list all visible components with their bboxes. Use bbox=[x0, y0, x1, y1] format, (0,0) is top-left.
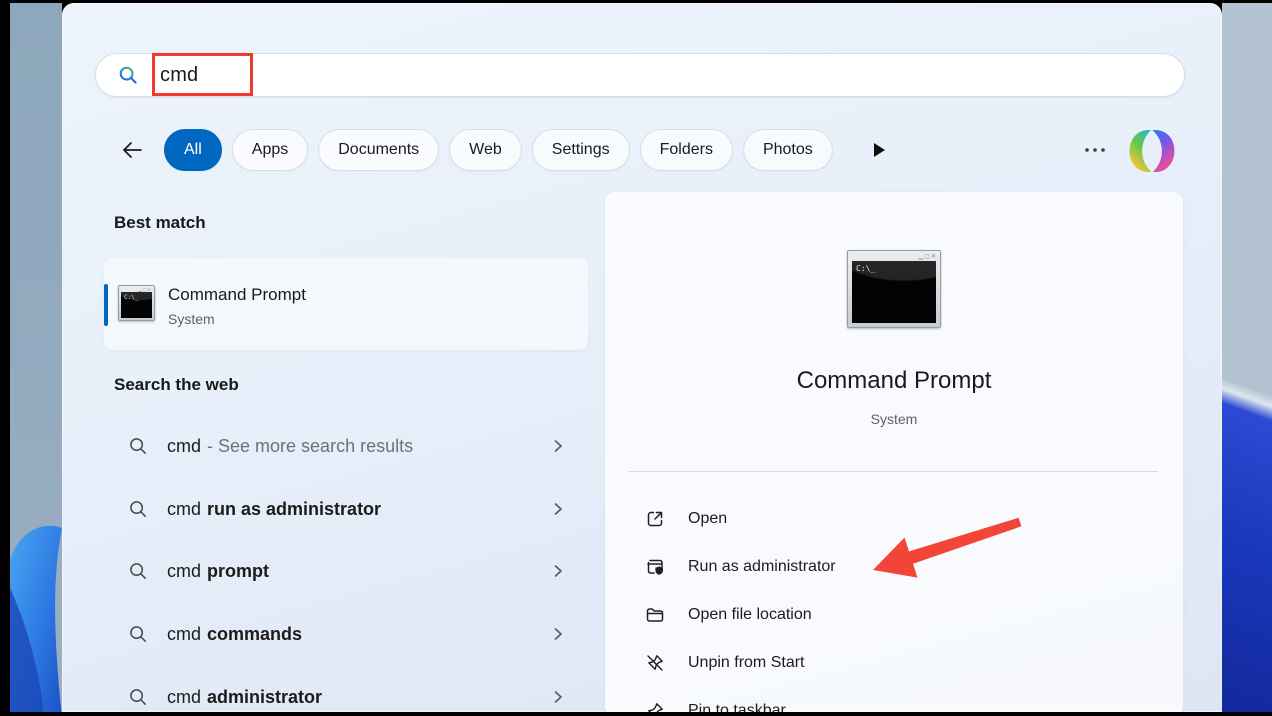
chevron-right-icon[interactable] bbox=[550, 689, 566, 705]
suggestion-text: cmdprompt bbox=[167, 561, 269, 582]
tab-apps[interactable]: Apps bbox=[232, 129, 308, 171]
action-unpin-from-start[interactable]: Unpin from Start bbox=[621, 639, 1167, 687]
search-icon bbox=[118, 65, 138, 85]
copilot-button[interactable] bbox=[1128, 127, 1176, 175]
action-pin-to-taskbar[interactable]: Pin to taskbar bbox=[621, 687, 1167, 712]
search-bar[interactable]: cmd bbox=[95, 53, 1185, 97]
best-match-text: Command Prompt System bbox=[168, 285, 306, 327]
suggestion-text: cmdrun as administrator bbox=[167, 499, 381, 520]
folder-icon bbox=[645, 605, 665, 625]
action-label: Unpin from Start bbox=[688, 654, 804, 672]
unpin-icon bbox=[645, 653, 665, 673]
tab-all-label: All bbox=[184, 141, 202, 159]
command-prompt-icon: ▁▢✕ C:\_ bbox=[118, 285, 155, 321]
pin-icon bbox=[645, 701, 665, 712]
copilot-icon bbox=[1128, 127, 1176, 175]
open-external-icon bbox=[645, 509, 665, 529]
suggestion-text: cmdcommands bbox=[167, 624, 302, 645]
search-icon bbox=[128, 687, 148, 707]
best-match-subtitle: System bbox=[168, 311, 306, 327]
desktop-wallpaper-left bbox=[10, 3, 62, 712]
tab-photos-label: Photos bbox=[763, 141, 813, 159]
search-flyout-panel: cmd All Apps Documents Web Settings Fold… bbox=[62, 3, 1222, 712]
tab-apps-label: Apps bbox=[252, 141, 288, 159]
search-icon bbox=[128, 624, 148, 644]
action-label: Pin to taskbar bbox=[688, 702, 786, 712]
chevron-right-icon[interactable] bbox=[550, 501, 566, 517]
tab-folders[interactable]: Folders bbox=[640, 129, 733, 171]
detail-title: Command Prompt bbox=[605, 367, 1183, 395]
search-icon bbox=[128, 499, 148, 519]
web-suggestion-row[interactable]: cmdcommands bbox=[104, 606, 588, 662]
chevron-right-icon[interactable] bbox=[550, 563, 566, 579]
back-arrow-icon bbox=[120, 138, 144, 162]
action-label: Open bbox=[688, 510, 727, 528]
search-icon bbox=[128, 561, 148, 581]
best-match-heading: Best match bbox=[114, 213, 206, 233]
search-icon bbox=[128, 436, 148, 456]
best-match-card[interactable]: ▁▢✕ C:\_ Command Prompt System bbox=[104, 258, 588, 350]
search-the-web-heading: Search the web bbox=[114, 375, 239, 395]
web-suggestion-row[interactable]: cmdrun as administrator bbox=[104, 481, 588, 537]
detail-subtitle: System bbox=[605, 411, 1183, 427]
chevron-right-icon[interactable] bbox=[550, 438, 566, 454]
tab-web-label: Web bbox=[469, 141, 502, 159]
best-match-title: Command Prompt bbox=[168, 285, 306, 305]
search-query-text[interactable]: cmd bbox=[160, 64, 198, 87]
admin-shield-icon bbox=[645, 557, 665, 577]
tab-settings[interactable]: Settings bbox=[532, 129, 630, 171]
web-suggestion-row[interactable]: cmdprompt bbox=[104, 543, 588, 599]
ellipsis-icon bbox=[1083, 146, 1107, 154]
filter-tabs-row: All Apps Documents Web Settings Folders … bbox=[116, 128, 887, 172]
action-open[interactable]: Open bbox=[621, 495, 1167, 543]
tab-all[interactable]: All bbox=[164, 129, 222, 171]
chevron-right-icon[interactable] bbox=[550, 626, 566, 642]
action-label: Open file location bbox=[688, 606, 812, 624]
app-detail-panel: ▁▢✕ C:\_ Command Prompt System Open Run … bbox=[605, 192, 1183, 712]
action-open-file-location[interactable]: Open file location bbox=[621, 591, 1167, 639]
wallpaper-bloom-petal bbox=[10, 468, 62, 712]
more-options-button[interactable] bbox=[1075, 138, 1115, 162]
web-suggestion-row[interactable]: cmd- See more search results bbox=[104, 418, 588, 474]
back-button[interactable] bbox=[116, 134, 148, 166]
play-icon bbox=[871, 141, 887, 159]
tab-documents[interactable]: Documents bbox=[318, 129, 439, 171]
tab-photos[interactable]: Photos bbox=[743, 129, 833, 171]
suggestion-text: cmdadministrator bbox=[167, 687, 322, 708]
action-run-as-administrator[interactable]: Run as administrator bbox=[621, 543, 1167, 591]
detail-divider bbox=[628, 471, 1158, 472]
tab-web[interactable]: Web bbox=[449, 129, 522, 171]
desktop-wallpaper-right bbox=[1222, 3, 1272, 712]
best-match-item[interactable]: ▁▢✕ C:\_ Command Prompt System bbox=[118, 285, 306, 327]
tab-documents-label: Documents bbox=[338, 141, 419, 159]
tab-folders-label: Folders bbox=[660, 141, 713, 159]
selection-accent-bar bbox=[104, 284, 108, 326]
expand-tabs-button[interactable] bbox=[871, 141, 887, 159]
windows-search-screen: { "colors": { "accent": "#0067c0", "high… bbox=[0, 0, 1272, 716]
action-label: Run as administrator bbox=[688, 558, 836, 576]
command-prompt-icon: ▁▢✕ C:\_ bbox=[847, 250, 941, 328]
web-suggestion-row[interactable]: cmdadministrator bbox=[104, 669, 588, 712]
suggestion-text: cmd- See more search results bbox=[167, 436, 413, 457]
tab-settings-label: Settings bbox=[552, 141, 610, 159]
